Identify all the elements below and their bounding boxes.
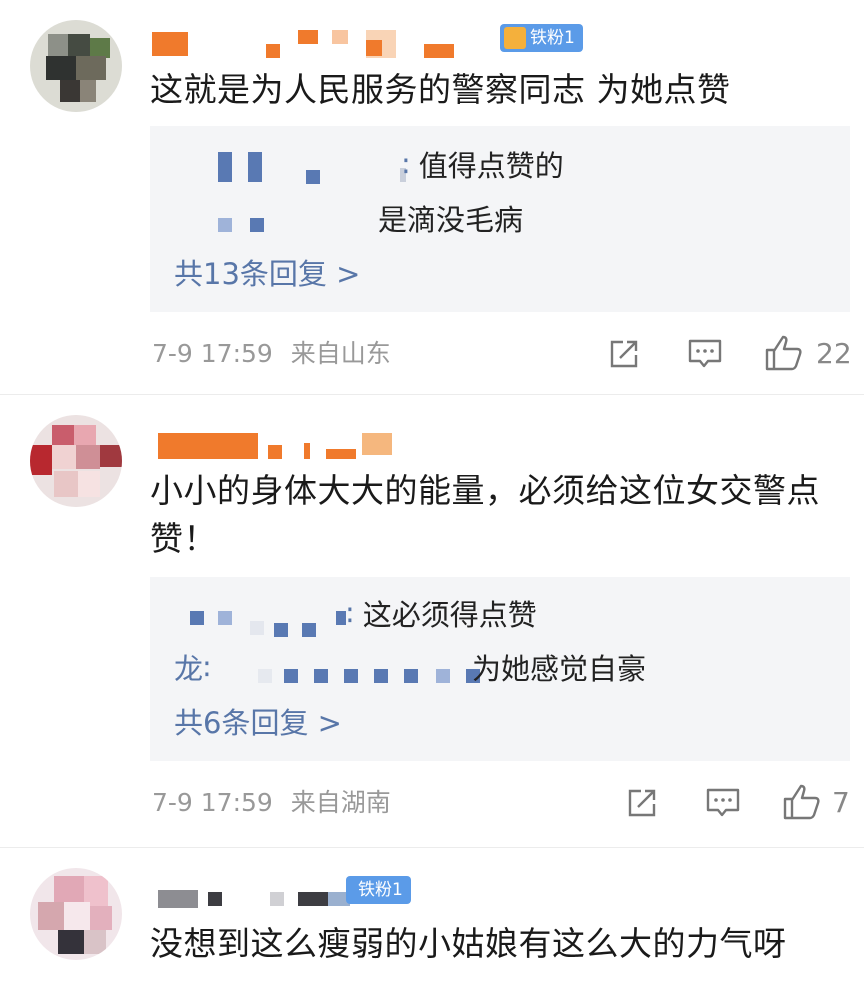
share-icon[interactable]	[624, 785, 660, 821]
fan-badge-label: 铁粉1	[358, 880, 403, 900]
comment-item: 小小的身体大大的能量，必须给这位女交警点 赞！ ∶ 这必须得点赞 龙∶ 为她感觉…	[0, 395, 864, 847]
comment-text: 没想到这么瘦弱的小姑娘有这么大的力气呀	[150, 924, 787, 963]
reply-item[interactable]: ∶ 这必须得点赞	[174, 595, 830, 637]
reply-box[interactable]: ∶ 这必须得点赞 龙∶ 为她感觉自豪 共6条回复 >	[150, 577, 850, 761]
reply-sep: ∶	[402, 149, 410, 183]
reply-sep: ∶	[346, 598, 354, 632]
fan-badge-label: 铁粉1	[530, 28, 575, 48]
more-replies-link[interactable]: 共13条回复 >	[174, 254, 360, 294]
avatar[interactable]	[30, 20, 122, 112]
reply-item[interactable]: ∶ 值得点赞的	[174, 146, 830, 186]
share-icon[interactable]	[606, 336, 642, 372]
avatar[interactable]	[30, 868, 122, 960]
fan-badge-icon	[504, 27, 526, 49]
user-name-pixelated[interactable]	[152, 884, 362, 916]
comment-item: 铁粉1 这就是为人民服务的警察同志 为她点赞 ∶ 值得点赞的 是滴没毛病 共13…	[0, 0, 864, 395]
comment-icon[interactable]	[686, 336, 724, 372]
comment-icon[interactable]	[704, 785, 742, 821]
comment-meta: 7-9 17:59 来自湖南	[152, 785, 391, 821]
comment-text-line: 赞！	[150, 519, 217, 558]
like-count: 7	[832, 786, 850, 819]
reply-box[interactable]: ∶ 值得点赞的 是滴没毛病 共13条回复 >	[150, 126, 850, 312]
more-replies-link[interactable]: 共6条回复 >	[174, 703, 342, 743]
reply-text: 是滴没毛病	[378, 203, 524, 237]
avatar[interactable]	[30, 415, 122, 507]
comment-item: 铁粉1 没想到这么瘦弱的小姑娘有这么大的力气呀	[0, 848, 864, 987]
comment-meta: 7-9 17:59 来自山东	[152, 336, 391, 372]
like-icon[interactable]	[782, 783, 822, 820]
like-count: 22	[816, 337, 852, 370]
user-name-pixelated[interactable]	[152, 433, 412, 465]
comment-text-line: 小小的身体大大的能量，必须给这位女交警点	[150, 471, 820, 510]
reply-item[interactable]: 是滴没毛病	[174, 200, 830, 240]
comment-time: 7-9 17:59	[152, 788, 273, 817]
comment-location: 来自山东	[290, 339, 391, 368]
comment-text: 小小的身体大大的能量，必须给这位女交警点 赞！	[150, 467, 828, 563]
comment-time: 7-9 17:59	[152, 339, 273, 368]
reply-user-name[interactable]: 龙∶	[174, 649, 211, 689]
comment-location: 来自湖南	[290, 788, 391, 817]
reply-text: 这必须得点赞	[362, 598, 537, 632]
fan-badge[interactable]: 铁粉1	[346, 876, 411, 904]
user-name-pixelated[interactable]	[152, 30, 492, 62]
reply-text: 值得点赞的	[418, 149, 564, 183]
reply-item[interactable]: 龙∶ 为她感觉自豪	[174, 649, 830, 689]
comment-text: 这就是为人民服务的警察同志 为她点赞	[150, 70, 731, 109]
fan-badge[interactable]: 铁粉1	[500, 24, 583, 52]
like-icon[interactable]	[764, 334, 804, 371]
reply-text: 为她感觉自豪	[472, 652, 647, 686]
